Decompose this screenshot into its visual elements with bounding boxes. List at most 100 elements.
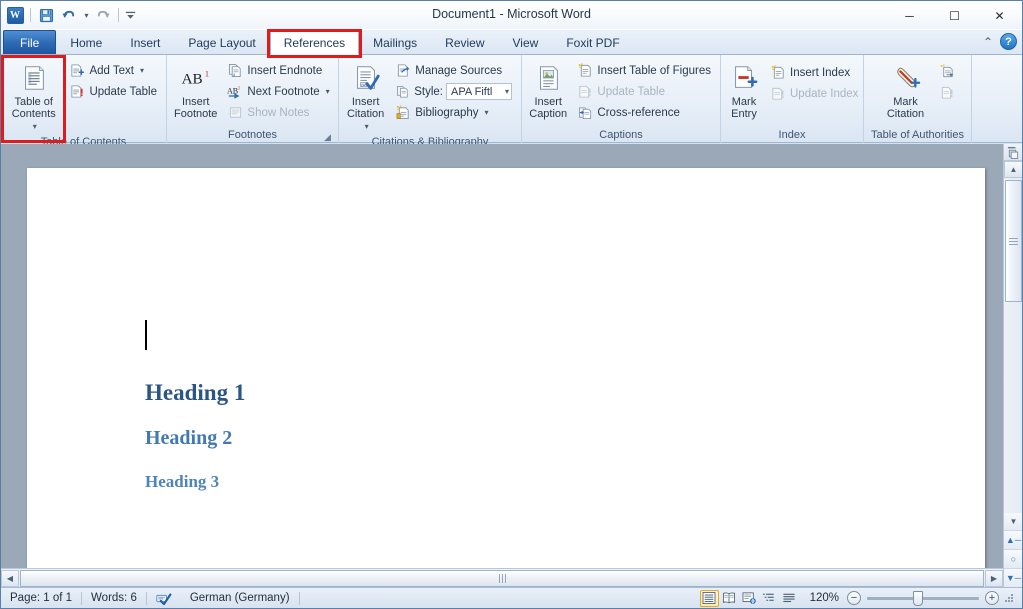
update-table-captions-button[interactable]: Update Table bbox=[572, 81, 716, 102]
mark-entry-button[interactable]: Mark Entry bbox=[725, 58, 763, 121]
document-heading-3[interactable]: Heading 3 bbox=[145, 472, 219, 492]
next-footnote-label: Next Footnote bbox=[247, 86, 319, 98]
zoom-level-label[interactable]: 120% bbox=[800, 592, 847, 604]
scroll-up-button[interactable]: ▲ bbox=[1004, 161, 1023, 178]
insert-table-of-figures-label: Insert Table of Figures bbox=[597, 65, 711, 77]
next-footnote-button[interactable]: AB 1 Next Footnote ▾ bbox=[222, 81, 334, 102]
insert-index-button[interactable]: Insert Index bbox=[765, 62, 863, 83]
svg-text:AB: AB bbox=[181, 71, 202, 88]
citation-style-combobox[interactable]: APA Fiftl ▾ bbox=[446, 83, 512, 100]
view-outline-button[interactable] bbox=[760, 590, 779, 607]
status-bar: Page: 1 of 1 Words: 6 German (Germany) bbox=[1, 587, 1022, 608]
redo-button[interactable] bbox=[93, 5, 113, 25]
document-heading-1[interactable]: Heading 1 bbox=[145, 380, 245, 406]
horizontal-scrollbar[interactable]: ◀ ▶ bbox=[1, 568, 1003, 587]
word-logo-button[interactable]: W bbox=[5, 5, 25, 25]
show-notes-button[interactable]: Show Notes bbox=[222, 102, 334, 123]
select-browse-object-button[interactable]: ○ bbox=[1004, 549, 1023, 568]
view-full-screen-reading-button[interactable] bbox=[720, 590, 739, 607]
tab-mailings[interactable]: Mailings bbox=[359, 31, 431, 54]
update-table-icon bbox=[69, 84, 85, 100]
chevron-down-icon: ▾ bbox=[84, 11, 88, 20]
zoom-slider[interactable] bbox=[867, 597, 979, 600]
scrollbar-grip-icon bbox=[1009, 238, 1018, 245]
insert-table-of-authorities-button[interactable] bbox=[937, 61, 959, 82]
manage-sources-button[interactable]: Manage Sources bbox=[390, 60, 517, 81]
scroll-down-button[interactable]: ▼ bbox=[1004, 513, 1023, 530]
insert-table-of-figures-button[interactable]: Insert Table of Figures bbox=[572, 60, 716, 81]
save-icon bbox=[38, 7, 54, 23]
mark-citation-button[interactable]: Mark Citation bbox=[877, 58, 935, 121]
mark-citation-label-line2: Citation bbox=[887, 108, 924, 120]
maximize-button[interactable]: ☐ bbox=[932, 1, 977, 30]
insert-citation-label-line1: Insert bbox=[352, 96, 380, 108]
update-table-captions-label: Update Table bbox=[597, 86, 665, 98]
chevron-down-icon: ▾ bbox=[326, 87, 330, 96]
undo-button[interactable] bbox=[58, 5, 78, 25]
add-text-button[interactable]: Add Text ▾ bbox=[64, 60, 162, 81]
ruler-corner-button[interactable] bbox=[1003, 144, 1022, 161]
close-button[interactable]: ✕ bbox=[977, 1, 1022, 30]
update-table-of-authorities-button[interactable] bbox=[937, 82, 959, 103]
help-icon[interactable]: ? bbox=[1000, 33, 1017, 50]
citation-style-value: APA Fiftl bbox=[451, 86, 503, 98]
ribbon-group-footnotes: AB 1 Insert Footnote bbox=[166, 55, 338, 143]
zoom-in-button[interactable]: + bbox=[985, 591, 999, 605]
tab-page-layout[interactable]: Page Layout bbox=[174, 31, 269, 54]
vertical-scrollbar-thumb[interactable] bbox=[1005, 180, 1022, 302]
vertical-scrollbar[interactable]: ▲ ▼ ▲─ ○ ▼─ bbox=[1003, 161, 1022, 587]
previous-page-button[interactable]: ▲─ bbox=[1004, 530, 1023, 549]
table-of-authorities-small-commands bbox=[937, 58, 959, 103]
scroll-left-button[interactable]: ◀ bbox=[1, 570, 19, 587]
zoom-out-button[interactable]: − bbox=[847, 591, 861, 605]
tab-view[interactable]: View bbox=[499, 31, 553, 54]
citation-style-row[interactable]: Style: APA Fiftl ▾ bbox=[390, 81, 517, 102]
customize-qat-button[interactable] bbox=[124, 5, 137, 25]
language-indicator[interactable]: German (Germany) bbox=[181, 588, 299, 609]
document-workspace: Heading 1 Heading 2 Heading 3 ▲ ▼ ▲─ ○ ▼… bbox=[1, 144, 1022, 587]
table-of-contents-button[interactable]: Table of Contents ▾ bbox=[5, 58, 62, 134]
mark-entry-label-line1: Mark bbox=[732, 96, 756, 108]
zoom-slider-thumb[interactable] bbox=[913, 591, 923, 606]
cross-reference-icon bbox=[577, 105, 593, 121]
insert-endnote-button[interactable]: a Insert Endnote bbox=[222, 60, 334, 81]
footnotes-dialog-launcher[interactable]: ◢ bbox=[323, 133, 332, 142]
tab-home[interactable]: Home bbox=[56, 31, 116, 54]
tab-references[interactable]: References bbox=[270, 31, 359, 55]
minimize-button[interactable]: ─ bbox=[887, 1, 932, 30]
document-page[interactable]: Heading 1 Heading 2 Heading 3 bbox=[27, 168, 985, 573]
ribbon-tab-bar: File Home Insert Page Layout References … bbox=[1, 30, 1022, 55]
word-window: W bbox=[0, 0, 1023, 609]
insert-footnote-button[interactable]: AB 1 Insert Footnote bbox=[171, 58, 220, 121]
ribbon-group-label-index: Index bbox=[725, 127, 859, 143]
proofing-status-button[interactable] bbox=[147, 588, 181, 609]
table-of-contents-icon bbox=[18, 62, 50, 94]
insert-citation-button[interactable]: (ww) Insert Citation ▾ bbox=[343, 58, 388, 134]
word-count[interactable]: Words: 6 bbox=[82, 588, 146, 609]
bibliography-label: Bibliography bbox=[415, 107, 478, 119]
tab-insert[interactable]: Insert bbox=[116, 31, 174, 54]
insert-caption-button[interactable]: Insert Caption bbox=[526, 58, 570, 121]
minimize-ribbon-icon[interactable]: ⌃ bbox=[983, 35, 993, 49]
qat-divider-2 bbox=[118, 8, 119, 22]
cross-reference-button[interactable]: Cross-reference bbox=[572, 102, 716, 123]
bibliography-button[interactable]: Bibliography ▾ bbox=[390, 102, 517, 123]
update-index-button[interactable]: Update Index bbox=[765, 83, 863, 104]
tab-review[interactable]: Review bbox=[431, 31, 498, 54]
add-text-label: Add Text bbox=[89, 65, 134, 77]
insert-endnote-icon: a bbox=[227, 63, 243, 79]
undo-dropdown-button[interactable]: ▾ bbox=[80, 5, 91, 25]
view-print-layout-button[interactable] bbox=[700, 590, 719, 607]
view-web-layout-button[interactable] bbox=[740, 590, 759, 607]
document-heading-2[interactable]: Heading 2 bbox=[145, 427, 232, 450]
horizontal-scrollbar-thumb[interactable] bbox=[20, 570, 984, 587]
resize-grip-icon[interactable] bbox=[1003, 592, 1016, 605]
tab-foxit-pdf[interactable]: Foxit PDF bbox=[552, 31, 633, 54]
page-indicator[interactable]: Page: 1 of 1 bbox=[1, 588, 81, 609]
view-draft-button[interactable] bbox=[780, 590, 799, 607]
next-page-button[interactable]: ▼─ bbox=[1004, 568, 1023, 587]
save-button[interactable] bbox=[36, 5, 56, 25]
tab-file[interactable]: File bbox=[3, 30, 56, 54]
scroll-right-button[interactable]: ▶ bbox=[985, 570, 1003, 587]
update-table-button[interactable]: Update Table bbox=[64, 81, 162, 102]
